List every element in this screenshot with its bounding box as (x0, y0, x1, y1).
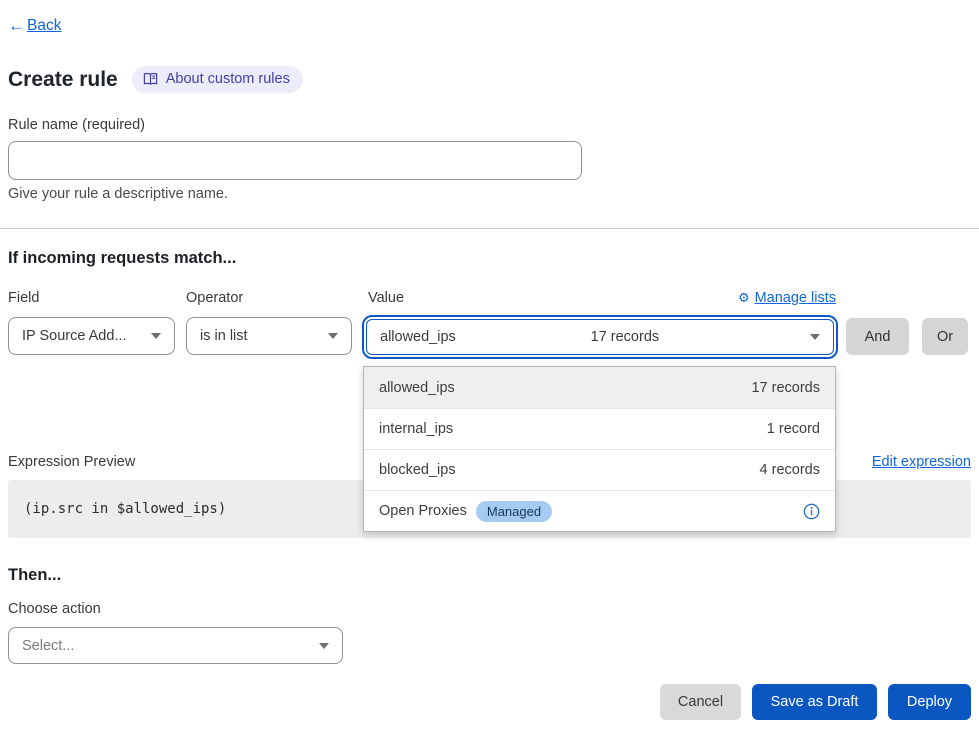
value-select[interactable]: allowed_ips 17 records (366, 319, 834, 355)
page-title: Create rule (8, 68, 118, 92)
and-button[interactable]: And (846, 318, 909, 355)
value-dropdown-panel: allowed_ips 17 records internal_ips 1 re… (363, 366, 836, 532)
back-link[interactable]: ←Back (8, 16, 61, 36)
action-select[interactable]: Select... (8, 627, 343, 664)
value-select-record-count: 17 records (591, 329, 660, 345)
managed-badge: Managed (476, 501, 552, 522)
section-divider (0, 228, 979, 229)
back-arrow-icon: ← (8, 16, 25, 36)
chevron-down-icon (151, 333, 161, 339)
field-select-value: IP Source Add... (22, 328, 127, 344)
list-record-count: 4 records (760, 462, 820, 478)
about-custom-rules-label: About custom rules (166, 71, 290, 87)
info-icon[interactable] (803, 503, 820, 520)
book-icon (143, 72, 158, 86)
then-section-title: Then... (8, 566, 61, 585)
list-name: blocked_ips (379, 462, 456, 478)
list-record-count: 17 records (751, 380, 820, 396)
list-name: allowed_ips (379, 380, 455, 396)
operator-column-label: Operator (186, 290, 243, 306)
value-column-label: Value (368, 290, 404, 306)
action-select-placeholder: Select... (22, 638, 74, 654)
manage-lists-label: Manage lists (755, 290, 836, 306)
dropdown-item-open-proxies[interactable]: Open Proxies Managed (364, 490, 835, 531)
expression-preview-label: Expression Preview (8, 454, 135, 470)
about-custom-rules-link[interactable]: About custom rules (132, 66, 303, 93)
rule-name-label: Rule name (required) (8, 117, 145, 133)
back-link-label: Back (27, 17, 61, 35)
choose-action-label: Choose action (8, 601, 101, 617)
field-column-label: Field (8, 290, 39, 306)
edit-expression-link[interactable]: Edit expression (872, 454, 971, 470)
list-name: internal_ips (379, 421, 453, 437)
operator-select-value: is in list (200, 328, 248, 344)
value-select-value: allowed_ips (380, 329, 456, 345)
manage-lists-link[interactable]: ⚙ Manage lists (738, 290, 836, 306)
title-row: Create rule About custom rules (8, 66, 303, 93)
rule-name-helper-text: Give your rule a descriptive name. (8, 186, 228, 202)
gear-icon: ⚙ (738, 290, 750, 306)
field-select[interactable]: IP Source Add... (8, 317, 175, 355)
list-name: Open Proxies (379, 503, 467, 519)
chevron-down-icon (810, 334, 820, 340)
dropdown-item-allowed-ips[interactable]: allowed_ips 17 records (364, 367, 835, 408)
cancel-button[interactable]: Cancel (660, 684, 741, 720)
operator-select[interactable]: is in list (186, 317, 352, 355)
chevron-down-icon (319, 643, 329, 649)
dropdown-item-blocked-ips[interactable]: blocked_ips 4 records (364, 449, 835, 490)
chevron-down-icon (328, 333, 338, 339)
deploy-button[interactable]: Deploy (888, 684, 971, 720)
expression-code: (ip.src in $allowed_ips) (24, 501, 226, 517)
rule-name-input[interactable] (8, 141, 582, 180)
save-as-draft-button[interactable]: Save as Draft (752, 684, 877, 720)
dropdown-item-internal-ips[interactable]: internal_ips 1 record (364, 408, 835, 449)
or-button[interactable]: Or (922, 318, 968, 355)
match-section-title: If incoming requests match... (8, 249, 236, 268)
list-record-count: 1 record (767, 421, 820, 437)
